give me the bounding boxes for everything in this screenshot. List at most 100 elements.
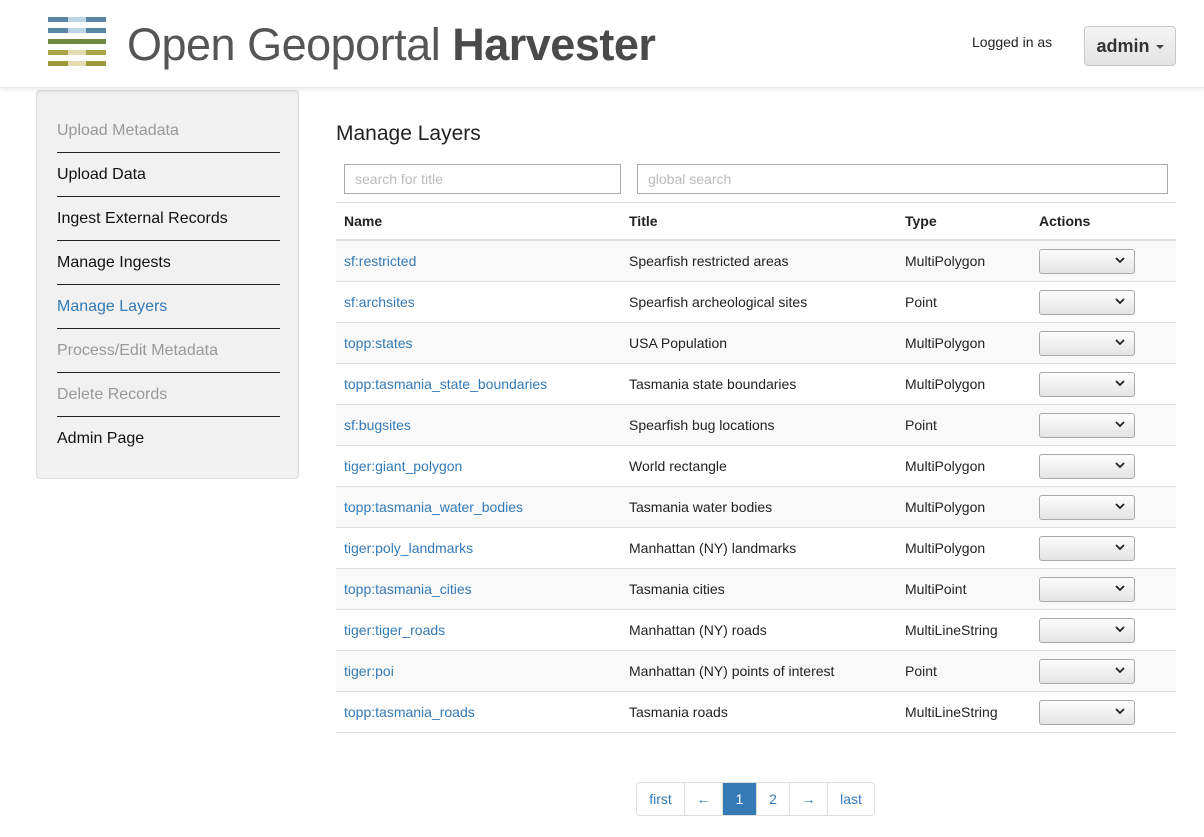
layer-name-link[interactable]: tiger:tiger_roads	[344, 622, 445, 638]
cell-title: Spearfish restricted areas	[629, 253, 789, 269]
pagination-first[interactable]: first	[637, 783, 685, 815]
column-header-type[interactable]: Type	[905, 213, 1039, 229]
pagination-page-2[interactable]: 2	[757, 783, 790, 815]
actions-dropdown[interactable]	[1039, 371, 1135, 397]
layer-name-link[interactable]: tiger:poi	[344, 663, 394, 679]
user-menu-label: admin	[1096, 35, 1150, 56]
table-row: topp:tasmania_cities Tasmania cities Multi…	[336, 569, 1176, 610]
table-row: tiger:tiger_roads Manhattan (NY) roads Mul…	[336, 610, 1176, 651]
pagination-last[interactable]: last	[828, 783, 874, 815]
actions-dropdown[interactable]	[1039, 535, 1135, 561]
sidebar-item-manage-ingests[interactable]: Manage Ingests	[57, 241, 280, 285]
cell-actions	[1039, 535, 1176, 561]
cell-type: MultiPolygon	[905, 335, 986, 351]
chevron-down-icon	[1115, 625, 1125, 632]
sidebar-item-delete-records[interactable]: Delete Records	[57, 373, 280, 417]
column-header-actions: Actions	[1039, 213, 1091, 229]
sidebar-item-manage-layers[interactable]: Manage Layers	[57, 285, 280, 329]
layer-name-link[interactable]: sf:restricted	[344, 253, 416, 269]
chevron-down-icon	[1115, 297, 1125, 304]
cell-name: topp:tasmania_cities	[336, 581, 629, 597]
table-row: sf:bugsites Spearfish bug locations Point	[336, 405, 1176, 446]
cell-name: topp:tasmania_water_bodies	[336, 499, 629, 515]
pagination-prev[interactable]: ←	[685, 783, 723, 815]
sidebar-item-admin-page[interactable]: Admin Page	[57, 417, 280, 461]
layer-name-link[interactable]: topp:states	[344, 335, 413, 351]
table-body: sf:restricted Spearfish restricted areas M…	[336, 241, 1176, 733]
cell-name: tiger:poi	[336, 663, 629, 679]
cell-name: sf:archsites	[336, 294, 629, 310]
layer-name-link[interactable]: sf:bugsites	[344, 417, 411, 433]
layer-name-link[interactable]: topp:tasmania_roads	[344, 704, 475, 720]
actions-dropdown[interactable]	[1039, 658, 1135, 684]
table-row: topp:states USA Population MultiPolygon	[336, 323, 1176, 364]
cell-type: Point	[905, 663, 937, 679]
actions-dropdown[interactable]	[1039, 289, 1135, 315]
cell-name: tiger:giant_polygon	[336, 458, 629, 474]
cell-type: Point	[905, 417, 937, 433]
caret-down-icon	[1155, 45, 1164, 49]
column-header-title[interactable]: Title	[629, 213, 905, 229]
layer-name-link[interactable]: topp:tasmania_water_bodies	[344, 499, 523, 515]
sidebar-item-label: Delete Records	[57, 386, 168, 403]
cell-actions	[1039, 494, 1176, 520]
sidebar-item-label: Process/Edit Metadata	[57, 342, 218, 359]
cell-name: topp:tasmania_state_boundaries	[336, 376, 629, 392]
layer-name-link[interactable]: topp:tasmania_cities	[344, 581, 472, 597]
sidebar-item-upload-metadata[interactable]: Upload Metadata	[57, 109, 280, 153]
column-header-name[interactable]: Name	[336, 213, 629, 229]
actions-dropdown[interactable]	[1039, 453, 1135, 479]
chevron-down-icon	[1115, 256, 1125, 263]
sidebar-item-label: Manage Ingests	[57, 254, 171, 271]
logo-text[interactable]: Open Geoportal Harvester	[127, 19, 656, 71]
cell-type: MultiPolygon	[905, 458, 986, 474]
cell-name: tiger:poly_landmarks	[336, 540, 629, 556]
cell-type: MultiPolygon	[905, 253, 986, 269]
cell-title: Manhattan (NY) points of interest	[629, 663, 835, 679]
pagination-page-1[interactable]: 1	[723, 783, 757, 815]
cell-type: MultiLineString	[905, 704, 998, 720]
cell-actions	[1039, 699, 1176, 725]
table-header: Name Title Type Actions	[336, 202, 1176, 241]
sidebar-item-process-edit-metadata[interactable]: Process/Edit Metadata	[57, 329, 280, 373]
chevron-down-icon	[1115, 338, 1125, 345]
sidebar-item-label: Manage Layers	[57, 298, 168, 315]
cell-title: Spearfish bug locations	[629, 417, 775, 433]
global-search-input[interactable]	[637, 164, 1168, 194]
chevron-down-icon	[1115, 420, 1125, 427]
layer-name-link[interactable]: topp:tasmania_state_boundaries	[344, 376, 547, 392]
actions-dropdown[interactable]	[1039, 699, 1135, 725]
cell-title: USA Population	[629, 335, 728, 351]
sidebar-item-upload-data[interactable]: Upload Data	[57, 153, 280, 197]
layers-table: Name Title Type Actions sf:restricted Spe…	[336, 202, 1176, 733]
cell-type: MultiPolygon	[905, 376, 986, 392]
cell-actions	[1039, 617, 1176, 643]
user-menu-button[interactable]: admin	[1084, 26, 1176, 66]
sidebar-item-ingest-external-records[interactable]: Ingest External Records	[57, 197, 280, 241]
search-title-input[interactable]	[344, 164, 621, 194]
cell-title: Manhattan (NY) roads	[629, 622, 767, 638]
actions-dropdown[interactable]	[1039, 330, 1135, 356]
actions-dropdown[interactable]	[1039, 576, 1135, 602]
sidebar-item-label: Upload Metadata	[57, 122, 179, 139]
logo-text-bold: Harvester	[452, 19, 656, 70]
layer-name-link[interactable]: sf:archsites	[344, 294, 415, 310]
cell-actions	[1039, 371, 1176, 397]
table-row: sf:archsites Spearfish archeological site…	[336, 282, 1176, 323]
actions-dropdown[interactable]	[1039, 617, 1135, 643]
actions-dropdown[interactable]	[1039, 412, 1135, 438]
layer-name-link[interactable]: tiger:poly_landmarks	[344, 540, 473, 556]
cell-name: sf:restricted	[336, 253, 629, 269]
sidebar-nav: Upload Metadata Upload Data Ingest Exter…	[36, 90, 299, 479]
chevron-down-icon	[1115, 543, 1125, 550]
table-row: tiger:giant_polygon World rectangle MultiP…	[336, 446, 1176, 487]
pagination-next[interactable]: →	[790, 783, 828, 815]
actions-dropdown[interactable]	[1039, 248, 1135, 274]
cell-actions	[1039, 412, 1176, 438]
cell-type: MultiPoint	[905, 581, 967, 597]
cell-name: topp:tasmania_roads	[336, 704, 629, 720]
layer-name-link[interactable]: tiger:giant_polygon	[344, 458, 462, 474]
cell-title: Tasmania water bodies	[629, 499, 773, 515]
logo-text-light: Open Geoportal	[127, 19, 441, 70]
actions-dropdown[interactable]	[1039, 494, 1135, 520]
